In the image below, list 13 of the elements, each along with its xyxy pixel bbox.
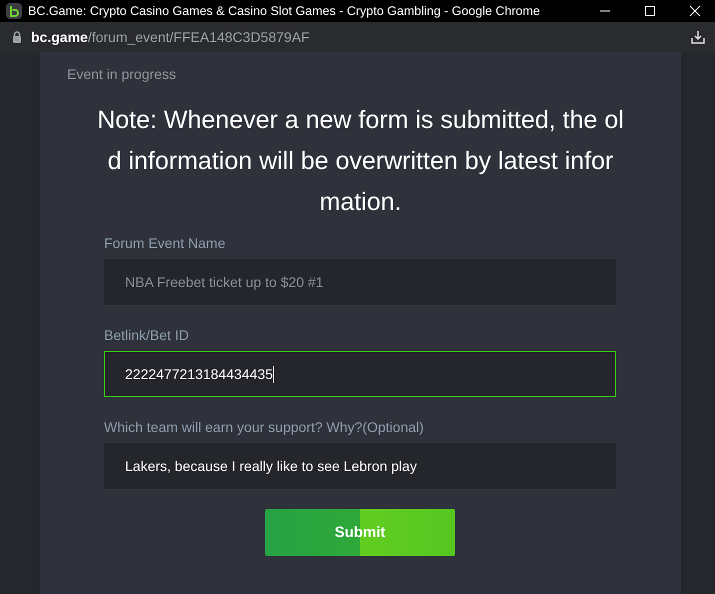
status-text: Event in progress: [67, 66, 177, 82]
window-title: BC.Game: Crypto Casino Games & Casino Slot Games - Crypto Gambling - Google Chrome: [28, 4, 540, 18]
field-label: Which team will earn your support? Why?(Optional): [104, 419, 425, 435]
field-label: Betlink/Bet ID: [104, 327, 190, 343]
field-label: Forum Event Name: [104, 235, 226, 251]
lock-icon[interactable]: [12, 31, 22, 43]
close-icon[interactable]: [689, 5, 701, 17]
download-icon[interactable]: [691, 30, 705, 44]
maximize-icon[interactable]: [644, 5, 656, 17]
input-field[interactable]: Lakers, because I really like to see Lebron play: [104, 443, 616, 489]
browser-logo-icon: [6, 3, 22, 19]
input-field[interactable]: 2222477213184434435: [104, 351, 616, 397]
note-text: Note: Whenever a new form is submitted, the ol d information will be overwritten by latest infor mation.: [96, 105, 625, 218]
